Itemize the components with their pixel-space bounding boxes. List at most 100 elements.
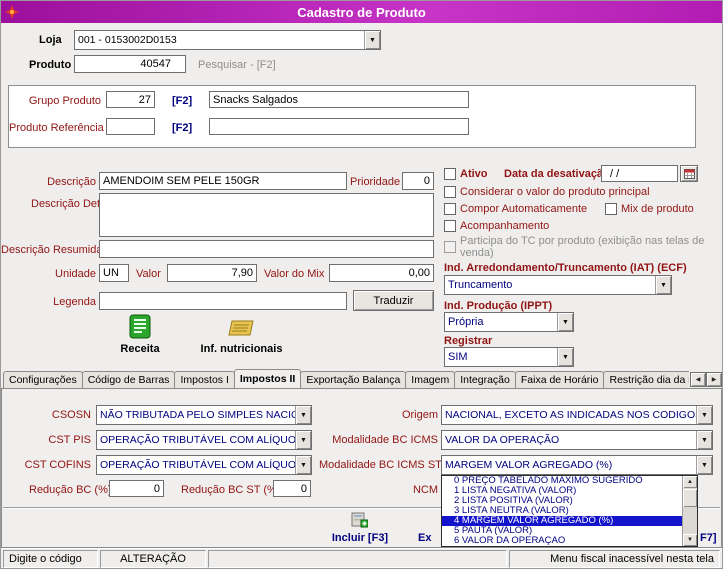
reducao-bc-input[interactable] (109, 480, 164, 497)
grupo-produto-name-input[interactable] (209, 91, 469, 108)
mix-produto-checkbox[interactable] (605, 203, 617, 215)
tab-impostos-2[interactable]: Impostos II (233, 369, 302, 388)
dropdown-option-3[interactable]: 3 LISTA NEUTRA (VALOR) (442, 506, 682, 516)
chevron-down-icon[interactable]: ▼ (364, 31, 380, 49)
reducao-bc-st-input[interactable] (273, 480, 311, 497)
chevron-down-icon[interactable]: ▼ (696, 456, 712, 474)
tab-impostos-1[interactable]: Impostos I (174, 371, 235, 388)
tab-codigo-de-barras[interactable]: Código de Barras (81, 371, 176, 388)
unidade-input[interactable] (99, 264, 129, 282)
scroll-up-icon[interactable]: ▲ (683, 476, 697, 488)
iat-value: Truncamento (448, 279, 513, 291)
valor-mix-input[interactable] (329, 264, 434, 282)
considerar-checkbox[interactable] (444, 186, 456, 198)
descricao-resumida-input[interactable] (99, 240, 434, 258)
traduzir-button[interactable]: Traduzir (353, 290, 434, 311)
ativo-checkbox[interactable] (444, 168, 456, 180)
grupo-produto-label: Grupo Produto (28, 95, 101, 107)
compor-checkbox[interactable] (444, 203, 456, 215)
prioridade-input[interactable] (402, 172, 434, 190)
cst-pis-label: CST PIS (48, 434, 91, 446)
unidade-label: Unidade (55, 268, 96, 280)
legenda-input[interactable] (99, 292, 347, 310)
csosn-select[interactable]: NÃO TRIBUTADA PELO SIMPLES NACIONAL ▼ (96, 405, 312, 425)
mix-produto-label: Mix de produto (621, 203, 694, 215)
acompanhamento-checkbox[interactable] (444, 220, 456, 232)
produto-referencia-code-input[interactable] (106, 118, 155, 135)
dropdown-option-1[interactable]: 1 LISTA NEGATIVA (VALOR) (442, 486, 682, 496)
participa-tc-label: Participa do TC por produto (exibição na… (460, 235, 705, 259)
descricao-detalhada-label: Descrição Detalhada (31, 198, 134, 210)
iat-select[interactable]: Truncamento ▼ (444, 275, 672, 295)
modalidade-bc-icms-st-value: MARGEM VALOR AGREGADO (%) (445, 459, 613, 471)
status-message: Digite o código (3, 550, 98, 568)
prioridade-label: Prioridade (350, 176, 401, 188)
valor-mix-label: Valor do Mix (264, 268, 325, 280)
valor-input[interactable] (167, 264, 257, 282)
modalidade-bc-icms-select[interactable]: VALOR DA OPERAÇÃO ▼ (441, 430, 713, 450)
calendar-button[interactable] (680, 165, 698, 182)
acompanhamento-label: Acompanhamento (460, 220, 550, 232)
legenda-label: Legenda (53, 296, 96, 308)
modalidade-bc-icms-st-select[interactable]: MARGEM VALOR AGREGADO (%) ▼ (441, 455, 713, 475)
dropdown-options: 0 PREÇO TABELADO MÁXIMO SUGERIDO 1 LISTA… (442, 476, 682, 546)
chevron-down-icon[interactable]: ▼ (696, 406, 712, 424)
tab-scroll-left-icon[interactable]: ◀ (690, 372, 706, 387)
data-desativacao-label: Data da desativação (504, 168, 610, 180)
modalidade-bc-icms-value: VALOR DA OPERAÇÃO (445, 434, 560, 446)
produto-code-input[interactable] (74, 55, 186, 73)
chevron-down-icon[interactable]: ▼ (295, 431, 311, 449)
ref-f2-label: [F2] (172, 122, 193, 134)
registrar-label: Registrar (444, 335, 493, 347)
dropdown-option-4-selected[interactable]: 4 MARGEM VALOR AGREGADO (%) (442, 516, 682, 526)
incluir-icon[interactable] (351, 511, 368, 528)
receita-icon[interactable] (129, 314, 151, 339)
chevron-down-icon[interactable]: ▼ (557, 313, 573, 331)
cst-pis-value: OPERAÇÃO TRIBUTÁVEL COM ALÍQUOTA BÁSICA (100, 434, 295, 446)
chevron-down-icon[interactable]: ▼ (655, 276, 671, 294)
tab-imagem[interactable]: Imagem (405, 371, 456, 388)
tab-faixa-de-horario[interactable]: Faixa de Horário (514, 371, 605, 388)
registrar-select[interactable]: SIM ▼ (444, 347, 574, 367)
modalidade-bc-icms-label: Modalidade BC ICMS (332, 434, 438, 446)
modalidade-bc-icms-st-dropdown: 0 PREÇO TABELADO MÁXIMO SUGERIDO 1 LISTA… (441, 475, 698, 547)
nutrition-info-icon[interactable] (227, 319, 255, 337)
ncm-label: NCM (412, 484, 438, 496)
excluir-button-partial[interactable]: Ex (418, 532, 431, 544)
chevron-down-icon[interactable]: ▼ (557, 348, 573, 366)
descricao-input[interactable] (99, 172, 347, 190)
descricao-detalhada-textarea[interactable] (99, 193, 434, 237)
dropdown-option-0[interactable]: 0 PREÇO TABELADO MÁXIMO SUGERIDO (442, 476, 682, 486)
tab-restricao-dia-da-semana[interactable]: Restrição dia da semana (603, 371, 689, 388)
scroll-down-icon[interactable]: ▼ (683, 534, 697, 546)
tab-exportacao-balanca[interactable]: Exportação Balança (300, 371, 407, 388)
participa-tc-checkbox (444, 241, 456, 253)
data-desativacao-input[interactable] (601, 165, 678, 182)
ippt-select[interactable]: Própria ▼ (444, 312, 574, 332)
iat-label: Ind. Arredondamento/Truncamento (IAT) (E… (444, 262, 687, 274)
ippt-value: Própria (448, 316, 484, 328)
origem-select[interactable]: NACIONAL, EXCETO AS INDICADAS NOS CODIGO… (441, 405, 713, 425)
cst-cofins-select[interactable]: OPERAÇÃO TRIBUTÁVEL COM ALÍQUOTA BÁSICA … (96, 455, 312, 475)
dropdown-option-5[interactable]: 5 PAUTA (VALOR) (442, 526, 682, 536)
f7-button-partial[interactable]: F7] (700, 532, 717, 544)
chevron-down-icon[interactable]: ▼ (295, 456, 311, 474)
loja-select[interactable]: 001 - 0153002D0153 ▼ (74, 30, 381, 50)
status-bar: Digite o código ALTERAÇÃO Menu fiscal in… (1, 548, 722, 568)
tab-integracao[interactable]: Integração (454, 371, 516, 388)
descricao-resumida-label: Descrição Resumida (1, 244, 103, 256)
grupo-produto-code-input[interactable] (106, 91, 155, 108)
window-title: Cadastro de Produto (297, 4, 426, 20)
tab-configuracoes[interactable]: Configurações (3, 371, 83, 388)
scrollbar-thumb[interactable] (683, 489, 697, 507)
produto-referencia-name-input[interactable] (209, 118, 469, 135)
cst-pis-select[interactable]: OPERAÇÃO TRIBUTÁVEL COM ALÍQUOTA BÁSICA … (96, 430, 312, 450)
tab-scroll-right-icon[interactable]: ▶ (706, 372, 722, 387)
incluir-button[interactable]: Incluir [F3] (324, 532, 396, 544)
tab-strip: Configurações Código de Barras Impostos … (1, 368, 689, 388)
dropdown-scrollbar[interactable]: ▲ ▼ (682, 476, 697, 546)
chevron-down-icon[interactable]: ▼ (696, 431, 712, 449)
dropdown-option-2[interactable]: 2 LISTA POSITIVA (VALOR) (442, 496, 682, 506)
dropdown-option-6[interactable]: 6 VALOR DA OPERAÇÃO (442, 536, 682, 546)
chevron-down-icon[interactable]: ▼ (295, 406, 311, 424)
